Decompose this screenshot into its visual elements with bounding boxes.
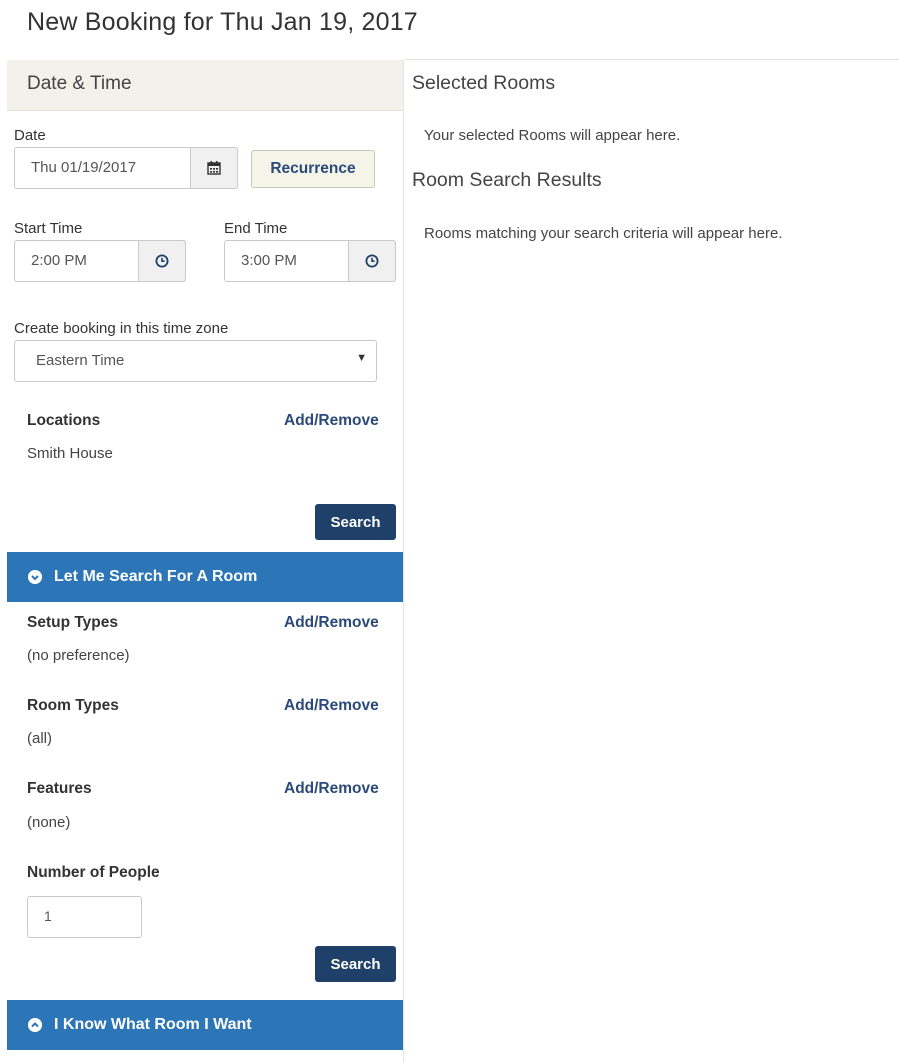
room-types-add-remove-link[interactable]: Add/Remove xyxy=(284,697,379,715)
timezone-label: Create booking in this time zone xyxy=(14,320,229,337)
let-me-search-accordion[interactable]: Let Me Search For A Room xyxy=(7,552,403,602)
features-label: Features xyxy=(27,780,92,797)
recurrence-button[interactable]: Recurrence xyxy=(251,150,375,188)
date-time-heading: Date & Time xyxy=(27,73,132,94)
let-me-search-heading: Let Me Search For A Room xyxy=(54,568,258,585)
room-types-value: (all) xyxy=(27,730,52,747)
end-time-field[interactable]: 3:00 PM xyxy=(224,240,396,282)
calendar-icon xyxy=(207,161,221,175)
locations-label: Locations xyxy=(27,412,101,429)
room-types-label: Room Types xyxy=(27,697,119,714)
panel-divider xyxy=(403,60,404,1062)
setup-types-add-remove-link[interactable]: Add/Remove xyxy=(284,614,379,632)
end-time-label: End Time xyxy=(224,220,288,237)
date-value: Thu 01/19/2017 xyxy=(31,159,137,176)
start-time-label: Start Time xyxy=(14,220,83,237)
features-add-remove-link[interactable]: Add/Remove xyxy=(284,780,379,798)
end-time-value: 3:00 PM xyxy=(241,252,297,269)
chevron-up-circle-icon xyxy=(28,1018,42,1032)
calendar-button[interactable] xyxy=(190,147,238,189)
start-time-value: 2:00 PM xyxy=(31,252,87,269)
caret-down-icon: ▼ xyxy=(356,352,367,364)
know-room-accordion[interactable]: I Know What Room I Want xyxy=(7,1000,403,1050)
chevron-down-circle-icon xyxy=(28,570,42,584)
date-field[interactable]: Thu 01/19/2017 xyxy=(14,147,238,189)
clock-icon xyxy=(365,254,379,268)
setup-types-label: Setup Types xyxy=(27,614,119,631)
selected-rooms-heading: Selected Rooms xyxy=(412,72,556,94)
page-title: New Booking for Thu Jan 19, 2017 xyxy=(27,8,418,36)
start-time-field[interactable]: 2:00 PM xyxy=(14,240,186,282)
search-button[interactable]: Search xyxy=(315,504,396,540)
number-of-people-input[interactable]: 1 xyxy=(27,896,142,938)
clock-icon xyxy=(155,254,169,268)
header-divider xyxy=(405,59,899,60)
number-of-people-label: Number of People xyxy=(27,864,160,881)
start-time-picker-button[interactable] xyxy=(138,240,186,282)
timezone-value: Eastern Time xyxy=(36,352,125,369)
date-label: Date xyxy=(14,127,46,144)
room-search-results-heading: Room Search Results xyxy=(412,169,602,191)
search-rooms-button[interactable]: Search xyxy=(315,946,396,982)
selected-rooms-placeholder: Your selected Rooms will appear here. xyxy=(424,127,681,144)
features-value: (none) xyxy=(27,814,71,831)
locations-add-remove-link[interactable]: Add/Remove xyxy=(284,412,379,430)
know-room-heading: I Know What Room I Want xyxy=(54,1016,252,1033)
number-of-people-value: 1 xyxy=(44,908,52,924)
room-search-results-placeholder: Rooms matching your search criteria will… xyxy=(424,225,783,242)
timezone-select[interactable]: Eastern Time ▼ xyxy=(14,340,377,382)
locations-value: Smith House xyxy=(27,445,113,462)
date-time-header: Date & Time xyxy=(7,60,403,111)
end-time-picker-button[interactable] xyxy=(348,240,396,282)
setup-types-value: (no preference) xyxy=(27,647,130,664)
